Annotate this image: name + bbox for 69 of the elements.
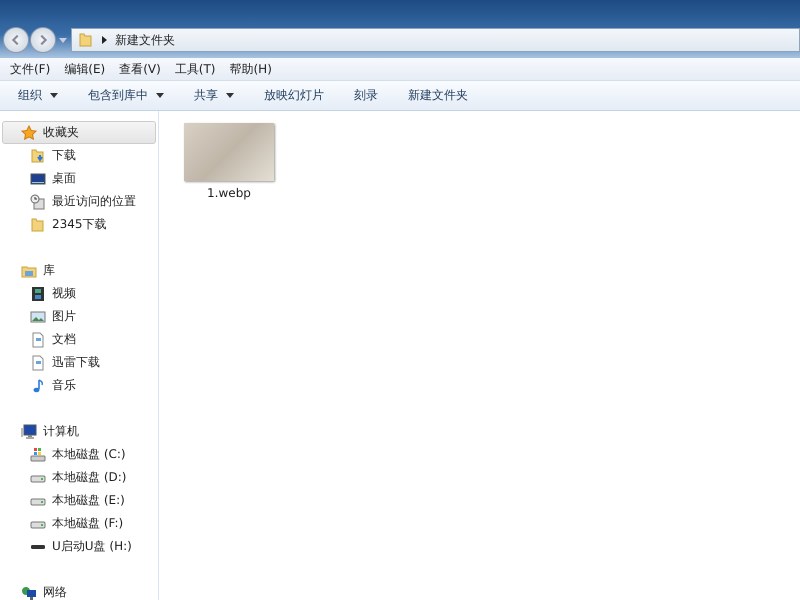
item-label: 桌面: [52, 170, 76, 187]
file-name: 1.webp: [207, 186, 251, 200]
navigation-item[interactable]: 2345下载: [0, 213, 158, 236]
group-label: 收藏夹: [43, 124, 79, 141]
toolbar-button[interactable]: 组织: [8, 84, 68, 107]
toolbar-button[interactable]: 放映幻灯片: [254, 84, 334, 107]
navigation-group[interactable]: 收藏夹: [2, 121, 156, 144]
address-bar[interactable]: 新建文件夹: [71, 28, 800, 52]
item-label: 本地磁盘 (E:): [52, 492, 125, 509]
item-label: 下载: [52, 147, 76, 164]
item-label: 音乐: [52, 377, 76, 394]
group-label: 计算机: [43, 423, 79, 440]
item-label: 本地磁盘 (F:): [52, 515, 124, 532]
navigation-item[interactable]: 本地磁盘 (C:): [0, 443, 158, 466]
navigation-item[interactable]: 音乐: [0, 374, 158, 397]
system-drive-icon: [30, 446, 46, 462]
item-label: 本地磁盘 (D:): [52, 469, 126, 486]
menu-item[interactable]: 文件(F): [10, 60, 50, 78]
navigation-item[interactable]: 视频: [0, 282, 158, 305]
menu-item[interactable]: 工具(T): [174, 60, 216, 78]
navigation-item[interactable]: 本地磁盘 (E:): [0, 489, 158, 512]
file-item[interactable]: 1.webp: [179, 123, 279, 200]
navigation-item[interactable]: 迅雷下载: [0, 351, 158, 374]
navigation-item[interactable]: 文档: [0, 328, 158, 351]
item-label: U启动U盘 (H:): [52, 538, 132, 555]
menu-item[interactable]: 帮助(H): [230, 60, 272, 78]
breadcrumb-arrow-icon: [102, 36, 107, 44]
navigation-group[interactable]: 网络: [2, 581, 156, 600]
item-label: 图片: [52, 308, 76, 325]
item-label: 本地磁盘 (C:): [52, 446, 126, 463]
back-button[interactable]: [3, 27, 29, 53]
item-label: 2345下载: [52, 216, 107, 233]
film-icon: [30, 286, 46, 302]
group-label: 库: [43, 262, 55, 279]
network-icon: [21, 584, 37, 600]
navigation-item[interactable]: 桌面: [0, 167, 158, 190]
folder-icon: [78, 32, 94, 48]
group-label: 网络: [43, 584, 67, 600]
desktop-icon: [30, 170, 46, 186]
document-icon: [30, 332, 46, 348]
item-label: 迅雷下载: [52, 354, 100, 371]
navigation-item[interactable]: 图片: [0, 305, 158, 328]
document-icon: [30, 354, 46, 370]
menu-item[interactable]: 编辑(E): [64, 60, 106, 78]
toolbar-button[interactable]: 共享: [184, 84, 244, 107]
navigation-item[interactable]: U启动U盘 (H:): [0, 535, 158, 558]
navigation-group[interactable]: 库: [2, 259, 156, 282]
item-label: 视频: [52, 285, 76, 302]
forward-button[interactable]: [30, 27, 56, 53]
folder-icon: [30, 216, 46, 232]
navigation-item[interactable]: 下载: [0, 144, 158, 167]
recent-places-icon: [30, 194, 46, 210]
navigation-item[interactable]: 最近访问的位置: [0, 190, 158, 213]
folder-download-icon: [30, 148, 46, 164]
item-label: 最近访问的位置: [52, 193, 136, 210]
navigation-item[interactable]: 本地磁盘 (F:): [0, 512, 158, 535]
menu-item[interactable]: 查看(V): [119, 60, 161, 78]
item-label: 文档: [52, 331, 76, 348]
navigation-group[interactable]: 计算机: [2, 420, 156, 443]
toolbar-button[interactable]: 包含到库中: [78, 84, 174, 107]
toolbar-button[interactable]: 刻录: [344, 84, 388, 107]
navigation-item[interactable]: 本地磁盘 (D:): [0, 466, 158, 489]
computer-icon: [21, 424, 37, 440]
address-path: 新建文件夹: [115, 32, 175, 48]
picture-icon: [30, 308, 46, 324]
caret-icon[interactable]: [59, 38, 67, 42]
toolbar-button[interactable]: 新建文件夹: [398, 84, 478, 107]
removable-drive-icon: [31, 544, 45, 548]
star-icon: [21, 124, 37, 140]
